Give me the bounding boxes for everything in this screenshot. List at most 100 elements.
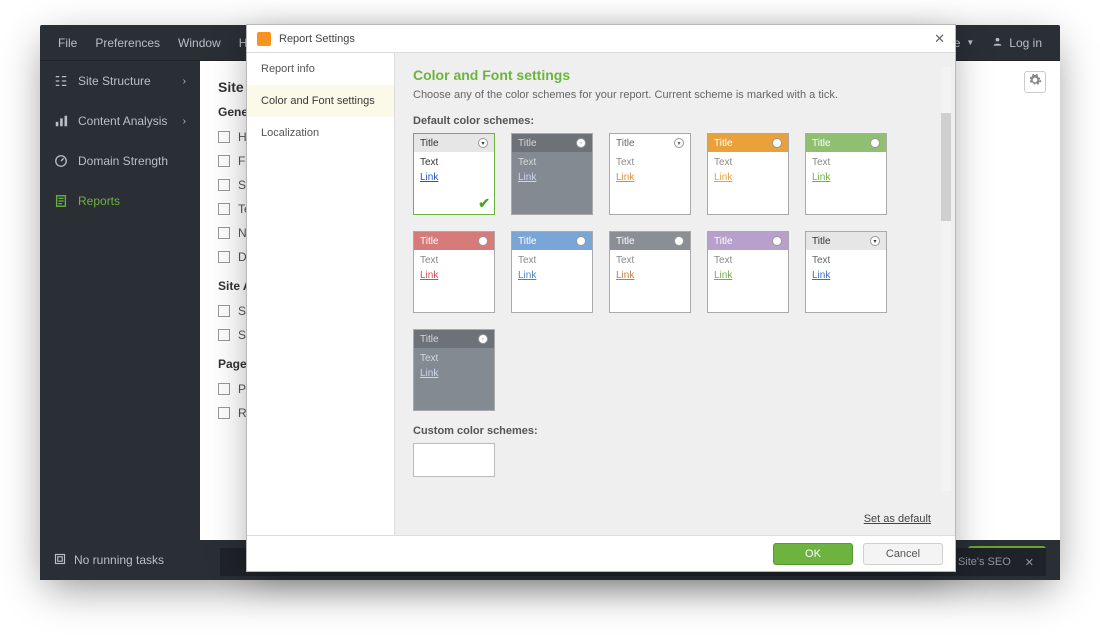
reports-icon bbox=[54, 194, 68, 208]
swatch-title: Title▾ bbox=[708, 232, 788, 250]
swatch-title: Title▾ bbox=[806, 232, 886, 250]
color-scheme-swatch[interactable]: Title▾TextLink bbox=[805, 133, 887, 215]
scrollbar[interactable] bbox=[941, 67, 951, 491]
swatch-link: Link bbox=[812, 172, 880, 183]
chevron-right-icon: › bbox=[183, 116, 186, 127]
checkbox-icon bbox=[218, 203, 230, 215]
sidebar-item-label: Reports bbox=[78, 194, 120, 208]
tab-localization[interactable]: Localization bbox=[247, 117, 394, 149]
swatch-text: Text bbox=[518, 157, 586, 168]
gear-icon bbox=[1028, 73, 1042, 92]
tasks-icon bbox=[54, 553, 66, 568]
dropdown-icon: ▾ bbox=[674, 236, 684, 246]
swatch-text: Text bbox=[420, 157, 488, 168]
app-sidebar: Site Structure › Content Analysis › Doma… bbox=[40, 61, 200, 580]
swatch-title: Title▾ bbox=[512, 232, 592, 250]
swatch-body: TextLink bbox=[806, 152, 886, 214]
dropdown-icon: ▾ bbox=[870, 236, 880, 246]
sidebar-item-site-structure[interactable]: Site Structure › bbox=[40, 61, 200, 101]
section-sub: Choose any of the color schemes for your… bbox=[413, 89, 937, 101]
set-as-default-link[interactable]: Set as default bbox=[864, 513, 931, 525]
color-scheme-swatch[interactable]: Title▾ Text Link ✔ bbox=[413, 133, 495, 215]
swatch-title: Title▾ bbox=[708, 134, 788, 152]
color-scheme-swatch[interactable]: Title▾TextLink bbox=[413, 231, 495, 313]
swatch-link: Link bbox=[616, 172, 684, 183]
dropdown-icon: ▾ bbox=[576, 138, 586, 148]
menu-file[interactable]: File bbox=[58, 36, 77, 50]
swatch-text: Text bbox=[812, 255, 880, 266]
status-tasks: No running tasks bbox=[74, 553, 164, 567]
swatch-body: Text Link bbox=[708, 250, 788, 312]
swatch-title: Title▾ bbox=[806, 134, 886, 152]
default-schemes-label: Default color schemes: bbox=[413, 115, 937, 127]
cancel-button[interactable]: Cancel bbox=[863, 543, 943, 565]
checkbox-icon bbox=[218, 407, 230, 419]
swatch-title: Title▾ bbox=[610, 134, 690, 152]
swatch-title: Title▾ bbox=[414, 330, 494, 348]
swatch-body: Text Link bbox=[512, 250, 592, 312]
checkbox-icon bbox=[218, 227, 230, 239]
sidebar-item-content-analysis[interactable]: Content Analysis › bbox=[40, 101, 200, 141]
login-button[interactable]: Log in bbox=[992, 36, 1042, 50]
custom-schemes-label: Custom color schemes: bbox=[413, 425, 937, 437]
swatch-link: Link bbox=[616, 270, 684, 281]
swatch-text: Text bbox=[518, 255, 586, 266]
report-settings-dialog: Report Settings ✕ Report info Color and … bbox=[246, 24, 956, 572]
sidebar-item-domain-strength[interactable]: Domain Strength bbox=[40, 141, 200, 181]
dialog-content: Color and Font settings Choose any of th… bbox=[395, 53, 955, 535]
sidebar-item-reports[interactable]: Reports bbox=[40, 181, 200, 221]
color-scheme-swatch[interactable]: Title▾ Text Link bbox=[707, 231, 789, 313]
swatch-body: Text Link bbox=[512, 152, 592, 214]
chart-icon bbox=[54, 114, 68, 128]
checkbox-icon bbox=[218, 251, 230, 263]
scrollbar-thumb[interactable] bbox=[941, 113, 951, 221]
tab-report-info[interactable]: Report info bbox=[247, 53, 394, 85]
custom-scheme-slot[interactable] bbox=[413, 443, 495, 477]
color-scheme-swatch[interactable]: Title▾ Text Link bbox=[511, 231, 593, 313]
menu-preferences[interactable]: Preferences bbox=[95, 36, 160, 50]
dialog-footer: OK Cancel bbox=[247, 535, 955, 571]
swatch-link: Link bbox=[714, 270, 782, 281]
color-scheme-swatch[interactable]: Title▾TextLink bbox=[609, 231, 691, 313]
swatch-title: Title▾ bbox=[414, 134, 494, 152]
checkbox-icon bbox=[218, 131, 230, 143]
swatch-title: Title▾ bbox=[512, 134, 592, 152]
settings-gear-button[interactable] bbox=[1024, 71, 1046, 93]
color-scheme-swatch[interactable]: Title▾TextLink bbox=[413, 329, 495, 411]
swatch-link: Link bbox=[518, 270, 586, 281]
swatch-text: Text bbox=[714, 255, 782, 266]
tab-color-font[interactable]: Color and Font settings bbox=[247, 85, 394, 117]
swatch-body: Text Link bbox=[806, 250, 886, 312]
dropdown-icon: ▾ bbox=[772, 138, 782, 148]
checkbox-icon bbox=[218, 155, 230, 167]
close-icon[interactable]: ✕ bbox=[934, 31, 945, 47]
sidebar-item-label: Content Analysis bbox=[78, 114, 167, 128]
sidebar-item-label: Site Structure bbox=[78, 74, 151, 88]
menu-window[interactable]: Window bbox=[178, 36, 221, 50]
gauge-icon bbox=[54, 154, 68, 168]
swatch-link: Link bbox=[812, 270, 880, 281]
dialog-title: Report Settings bbox=[279, 33, 355, 45]
color-scheme-swatch[interactable]: Title▾TextLink bbox=[707, 133, 789, 215]
dialog-titlebar: Report Settings ✕ bbox=[247, 25, 955, 53]
swatch-text: Text bbox=[714, 157, 782, 168]
dropdown-icon: ▾ bbox=[478, 138, 488, 148]
dropdown-icon: ▾ bbox=[870, 138, 880, 148]
color-scheme-swatch[interactable]: Title▾ Text Link bbox=[805, 231, 887, 313]
swatch-link: Link bbox=[518, 172, 586, 183]
color-scheme-swatch[interactable]: Title▾TextLink bbox=[609, 133, 691, 215]
check-icon: ✔ bbox=[478, 195, 490, 212]
swatch-text: Text bbox=[420, 255, 488, 266]
close-icon[interactable]: ✕ bbox=[1025, 556, 1034, 569]
swatch-link: Link bbox=[420, 368, 488, 379]
ok-button[interactable]: OK bbox=[773, 543, 853, 565]
swatch-title: Title▾ bbox=[414, 232, 494, 250]
dropdown-icon: ▾ bbox=[478, 236, 488, 246]
color-scheme-swatch[interactable]: Title▾ Text Link bbox=[511, 133, 593, 215]
sidebar-item-label: Domain Strength bbox=[78, 154, 168, 168]
section-header: Color and Font settings bbox=[413, 67, 937, 83]
checkbox-icon bbox=[218, 329, 230, 341]
dropdown-icon: ▾ bbox=[478, 334, 488, 344]
swatch-link: Link bbox=[420, 172, 488, 183]
structure-icon bbox=[54, 74, 68, 88]
